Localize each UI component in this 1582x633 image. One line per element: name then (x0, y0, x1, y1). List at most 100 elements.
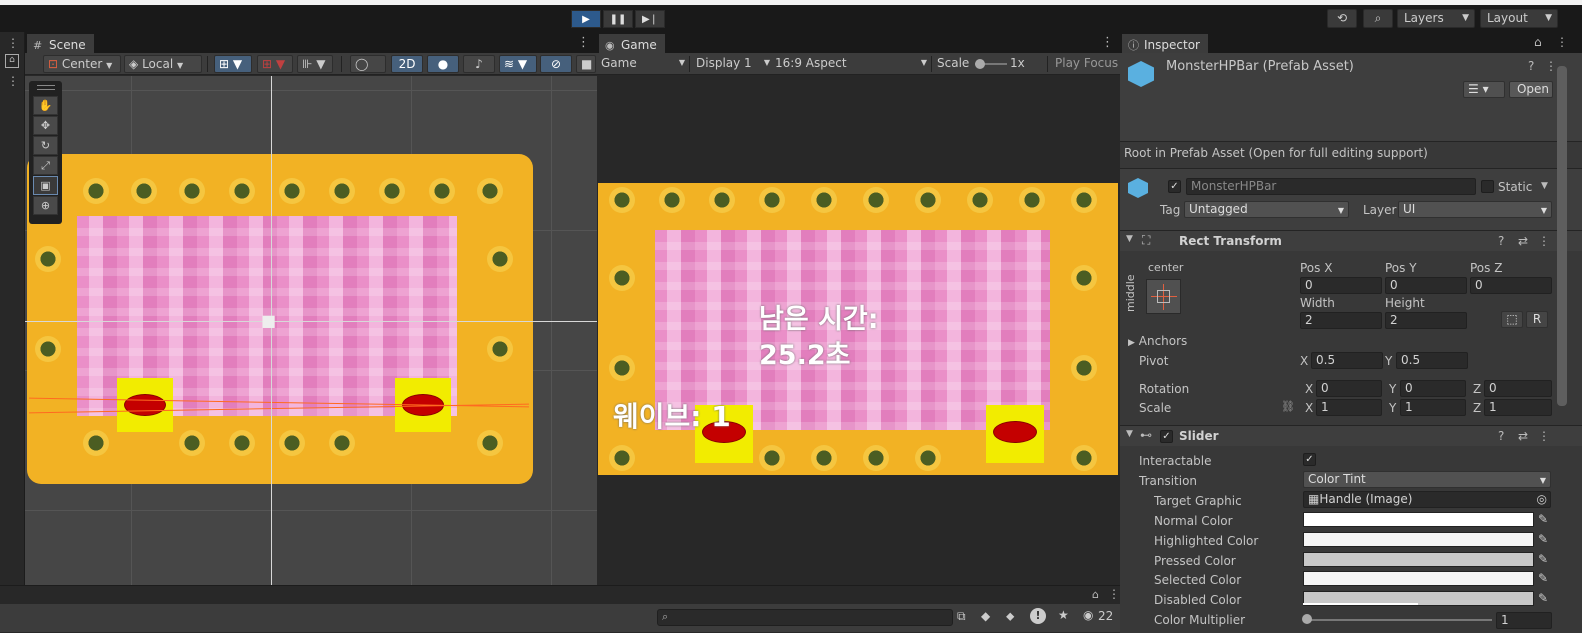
static-checkbox[interactable] (1481, 180, 1494, 193)
target-graphic-field[interactable]: ▦Handle (Image) ◎ (1303, 491, 1551, 508)
layers-dropdown[interactable]: Layers ▼ (1397, 9, 1475, 28)
pause-button[interactable]: ❚❚ (603, 10, 633, 28)
visibility-count-icon[interactable]: ◉ (1083, 608, 1093, 622)
toggle-2d-button[interactable]: 2D (391, 55, 423, 73)
camera-button[interactable]: ■ (576, 55, 596, 73)
kebab-menu-icon[interactable]: ⋮ (577, 35, 590, 50)
search-by-type-icon[interactable]: ⧉ (957, 609, 966, 624)
scene-viewport[interactable]: ■ ✋ ✥ ↻ ⤢ ▣ ⊕ (25, 76, 597, 585)
prefab-options-dropdown[interactable]: ☰ ▾ (1463, 81, 1505, 98)
pressed-color-swatch[interactable] (1303, 552, 1534, 567)
open-button[interactable]: Open (1509, 81, 1553, 98)
blueprint-mode-button[interactable]: ⬚ (1501, 311, 1523, 328)
slider-enabled-checkbox[interactable]: ✓ (1160, 430, 1173, 443)
rotation-y-field[interactable]: 0 (1400, 380, 1466, 397)
search-button[interactable]: ⌕ (1363, 9, 1393, 28)
highlighted-color-swatch[interactable] (1303, 532, 1534, 547)
link-icon[interactable]: ⛓ (1281, 400, 1295, 413)
space-mode-dropdown[interactable]: ◈ Local ▼ (124, 55, 202, 73)
active-checkbox[interactable]: ✓ (1168, 180, 1181, 193)
interactable-checkbox[interactable]: ✓ (1303, 453, 1316, 466)
transition-dropdown[interactable]: Color Tint ▼ (1303, 471, 1551, 488)
presets-icon[interactable]: ⇄ (1518, 429, 1528, 443)
pos-x-field[interactable]: 0 (1300, 277, 1382, 294)
view-mode-dropdown[interactable]: Game ▼ (601, 56, 687, 70)
object-picker-icon[interactable]: ◎ (1537, 492, 1547, 507)
kebab-menu-icon[interactable]: ⋮ (1108, 587, 1120, 601)
transform-tool[interactable]: ⊕ (33, 196, 58, 215)
drag-handle-icon[interactable] (37, 85, 55, 90)
color-multiplier-field[interactable]: 1 (1496, 612, 1552, 629)
layer-dropdown[interactable]: UI ▼ (1398, 201, 1552, 218)
rect-tool[interactable]: ▣ (33, 176, 58, 195)
kebab-menu-icon[interactable]: ⋮ (7, 74, 19, 88)
normal-color-swatch[interactable] (1303, 512, 1534, 527)
eyedropper-icon[interactable]: ✎ (1538, 512, 1548, 526)
tab-inspector[interactable]: ⓘ Inspector (1122, 34, 1208, 53)
tab-scene[interactable]: # Scene (27, 34, 94, 53)
tag-dropdown[interactable]: Untagged ▼ (1184, 201, 1349, 218)
display-dropdown[interactable]: Display 1 ▼ (696, 56, 772, 70)
scale-slider-thumb[interactable] (975, 59, 985, 69)
help-icon[interactable]: ? (1528, 59, 1534, 73)
move-tool[interactable]: ✥ (33, 116, 58, 135)
rotation-z-field[interactable]: 0 (1484, 380, 1552, 397)
favorite-star-icon[interactable]: ★ (1058, 608, 1069, 622)
help-icon[interactable]: ? (1498, 429, 1504, 443)
inspector-scrollbar[interactable] (1557, 66, 1567, 406)
selected-color-swatch[interactable] (1303, 571, 1534, 586)
effects-toggle[interactable]: ≋ ▼ (499, 55, 537, 73)
project-search-input[interactable]: ⌕ (657, 609, 953, 626)
settings-icon[interactable]: ⋮ (1545, 59, 1557, 73)
visibility-toggle[interactable]: ⊘ (540, 55, 572, 73)
pivot-mode-dropdown[interactable]: ⊡ Center ▼ (43, 55, 121, 73)
pos-z-field[interactable]: 0 (1470, 277, 1552, 294)
lock-icon[interactable]: ⌂ (1092, 588, 1099, 601)
color-multiplier-thumb[interactable] (1302, 614, 1312, 624)
anchor-presets-button[interactable] (1146, 279, 1181, 314)
eyedropper-icon[interactable]: ✎ (1538, 571, 1548, 585)
warning-icon[interactable]: ! (1030, 608, 1046, 624)
object-name-field[interactable]: MonsterHPBar (1186, 178, 1476, 195)
scale-z-field[interactable]: 1 (1484, 399, 1552, 416)
caret-down-icon[interactable]: ▼ (1541, 181, 1548, 191)
kebab-menu-icon[interactable]: ⋮ (7, 36, 19, 50)
aspect-dropdown[interactable]: 16:9 Aspect ▼ (775, 56, 929, 70)
raw-edit-button[interactable]: R (1526, 311, 1548, 328)
eyedropper-icon[interactable]: ✎ (1538, 591, 1548, 605)
scale-x-field[interactable]: 1 (1316, 399, 1382, 416)
history-button[interactable]: ⟲ (1327, 9, 1357, 28)
pivot-x-field[interactable]: 0.5 (1311, 352, 1383, 369)
hierarchy-icon[interactable]: ⌂ (5, 54, 19, 68)
kebab-menu-icon[interactable]: ⋮ (1556, 35, 1568, 49)
play-focus-dropdown[interactable]: Play Focus (1055, 56, 1119, 70)
ruler-button[interactable]: ⊪ ▼ (297, 55, 333, 73)
lock-icon[interactable]: ⌂ (1534, 35, 1542, 49)
filter-type-icon[interactable]: ◆ (981, 609, 990, 623)
play-button[interactable]: ▶ (571, 10, 601, 28)
width-field[interactable]: 2 (1300, 312, 1382, 329)
rotate-tool[interactable]: ↻ (33, 136, 58, 155)
anchors-foldout[interactable]: ▶ Anchors (1128, 334, 1187, 348)
increment-snap-button[interactable]: ⊞ ▼ (257, 55, 293, 73)
lighting-toggle[interactable]: ● (427, 55, 459, 73)
height-field[interactable]: 2 (1385, 312, 1467, 329)
rotation-x-field[interactable]: 0 (1316, 380, 1382, 397)
help-icon[interactable]: ? (1498, 234, 1504, 248)
scale-y-field[interactable]: 1 (1400, 399, 1466, 416)
label-tag-icon[interactable]: ⬥ (1006, 609, 1014, 624)
color-multiplier-slider[interactable] (1306, 619, 1492, 621)
game-viewport[interactable]: 남은 시간: 25.2초 웨이브: 1 (597, 75, 1120, 585)
kebab-menu-icon[interactable]: ⋮ (1538, 429, 1550, 443)
pos-y-field[interactable]: 0 (1385, 277, 1467, 294)
scale-tool[interactable]: ⤢ (33, 156, 58, 175)
rect-transform-header[interactable]: ▼ ⛶ Rect Transform ? ⇄ ⋮ (1120, 230, 1582, 251)
eyedropper-icon[interactable]: ✎ (1538, 532, 1548, 546)
kebab-menu-icon[interactable]: ⋮ (1538, 234, 1550, 248)
layout-dropdown[interactable]: Layout ▼ (1480, 9, 1558, 28)
hand-tool[interactable]: ✋ (33, 96, 58, 115)
slider-header[interactable]: ▼ ⊷ ✓ Slider ? ⇄ ⋮ (1120, 425, 1582, 446)
audio-toggle[interactable]: ♪ (463, 55, 495, 73)
pivot-y-field[interactable]: 0.5 (1396, 352, 1468, 369)
grid-snap-button[interactable]: ⊞ ▼ (214, 55, 252, 73)
